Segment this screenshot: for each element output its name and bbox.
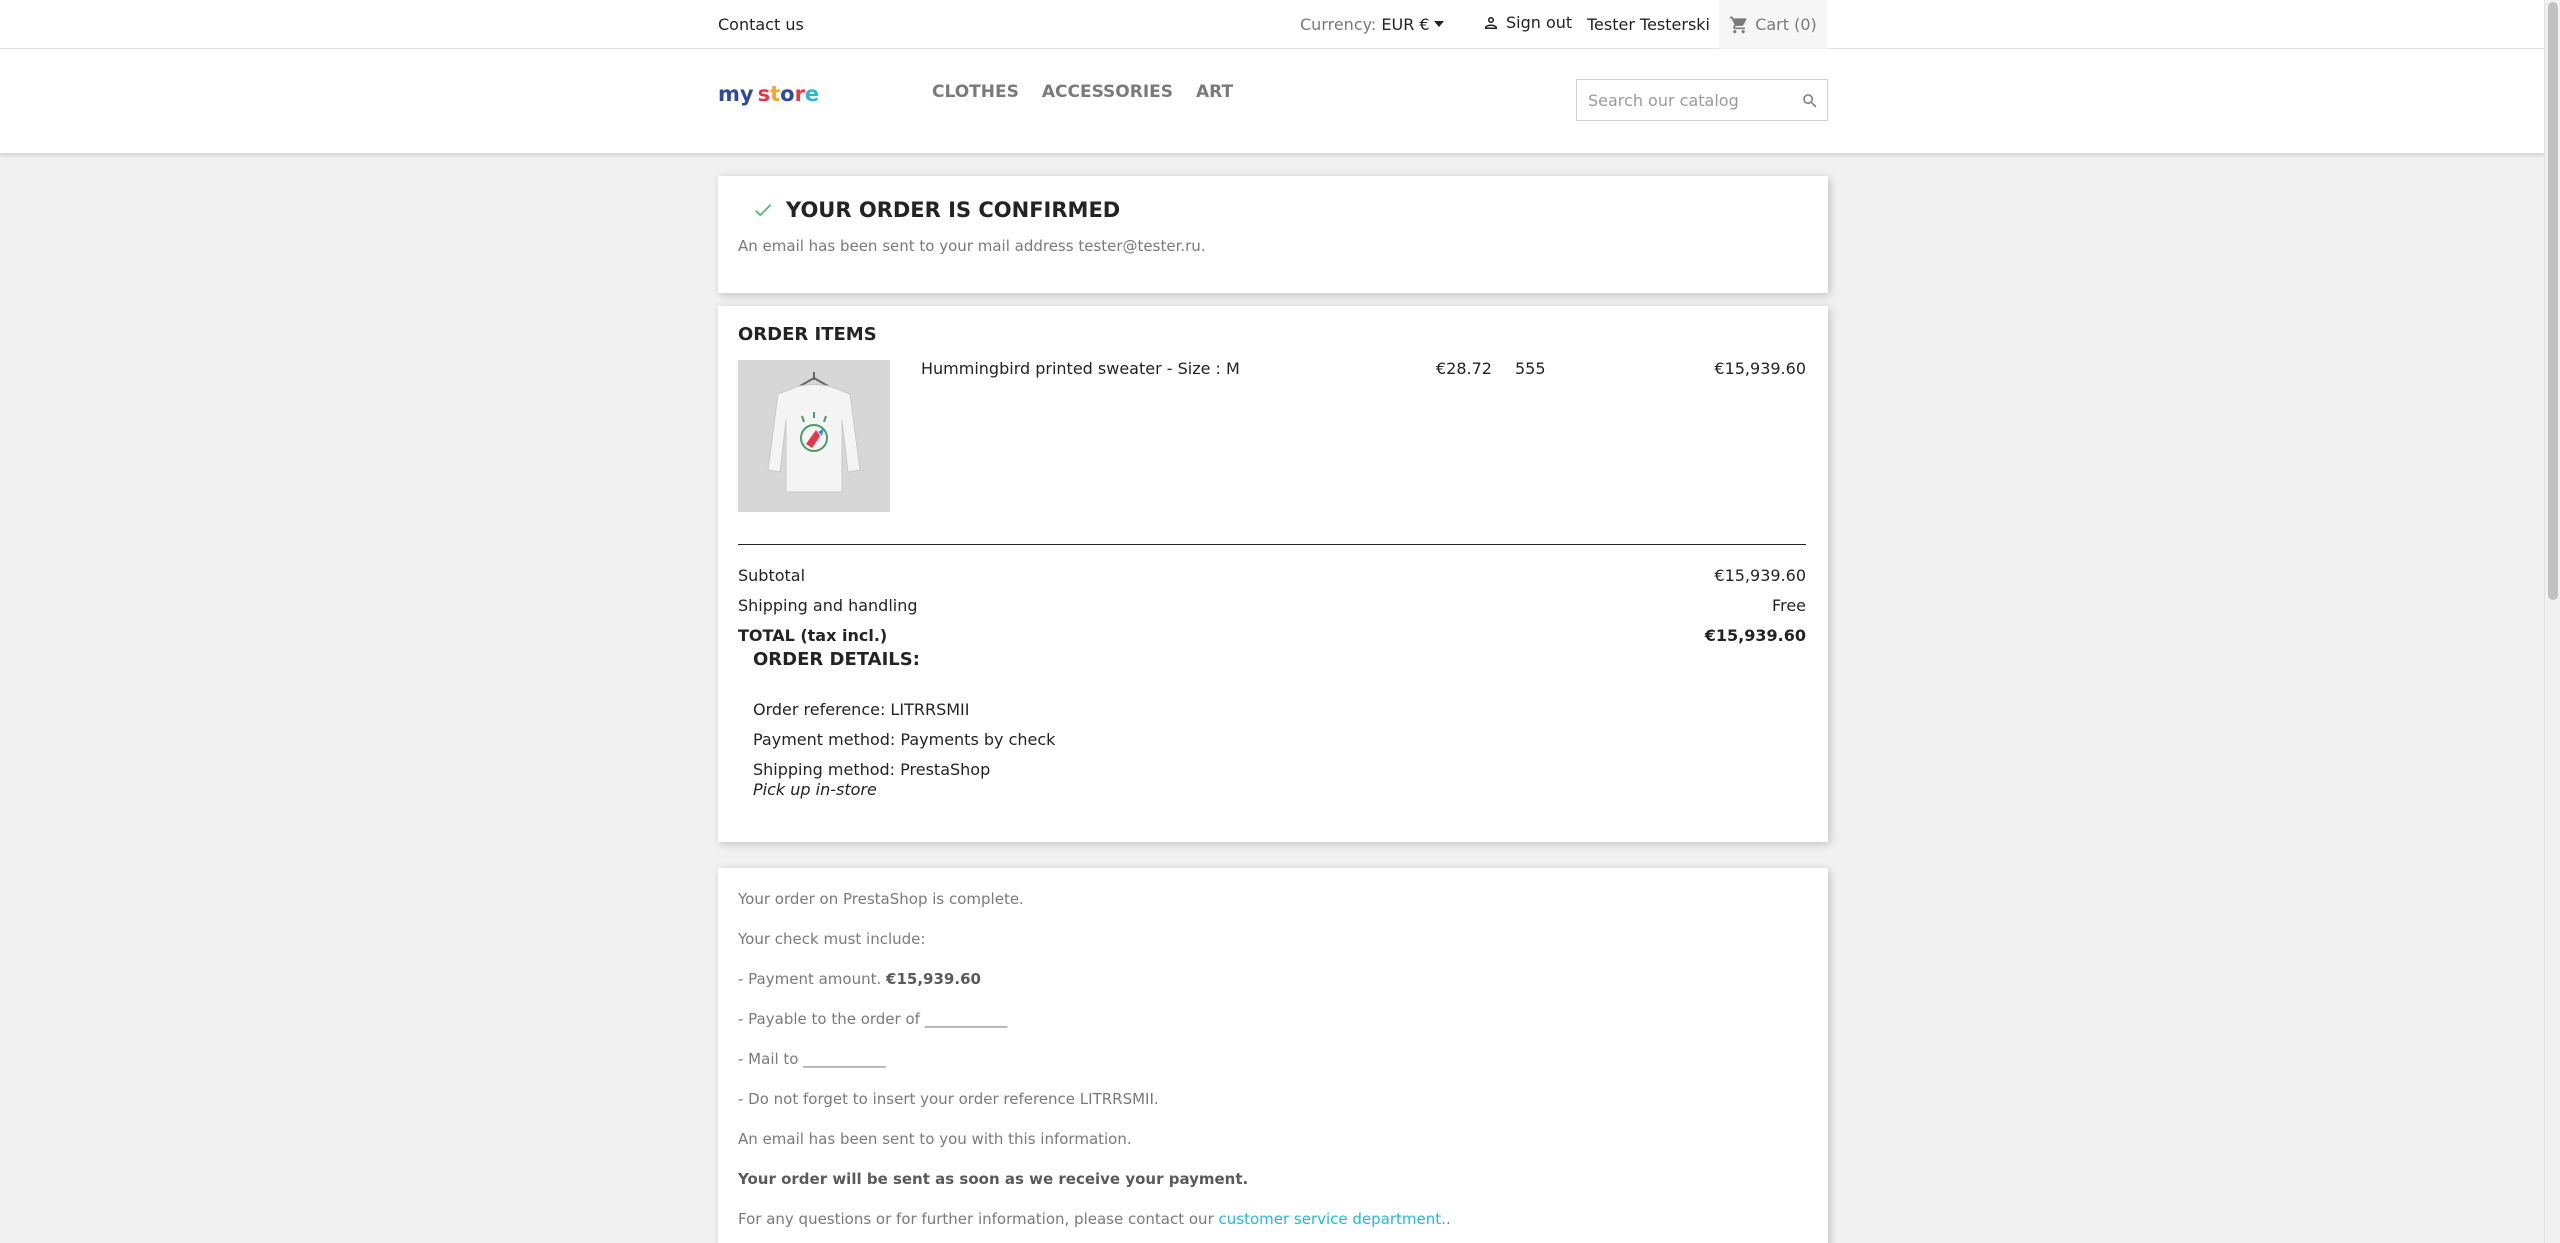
cart-icon bbox=[1730, 16, 1747, 33]
total-label: TOTAL (tax incl.) bbox=[738, 626, 888, 645]
account-name-link[interactable]: Tester Testerski bbox=[1587, 15, 1710, 34]
confirmation-heading: YOUR ORDER IS CONFIRMED bbox=[752, 198, 1120, 222]
customer-service-link[interactable]: customer service department. bbox=[1219, 1210, 1446, 1228]
menu-item-clothes[interactable]: CLOTHES bbox=[932, 82, 1019, 102]
menu-item-accessories[interactable]: ACCESSORIES bbox=[1042, 82, 1173, 102]
subtotal-value: €15,939.60 bbox=[1714, 566, 1806, 585]
scrollbar-thumb[interactable] bbox=[2548, 2, 2558, 600]
order-complete-text: Your order on PrestaShop is complete. bbox=[738, 890, 1024, 908]
email-sent-text: An email has been sent to you with this … bbox=[738, 1130, 1132, 1148]
sign-out-link[interactable]: Sign out bbox=[1482, 13, 1572, 32]
search-input[interactable] bbox=[1577, 80, 1777, 120]
search-box bbox=[1576, 79, 1828, 121]
product-name: Hummingbird printed sweater - Size : M bbox=[921, 359, 1240, 378]
currency-selector[interactable]: Currency: EUR € bbox=[1300, 15, 1444, 34]
store-logo[interactable]: my store bbox=[718, 77, 823, 111]
shipping-row: Shipping and handling Free bbox=[738, 596, 1806, 615]
confirmation-title: YOUR ORDER IS CONFIRMED bbox=[786, 198, 1121, 222]
cart-button[interactable]: Cart (0) bbox=[1719, 0, 1827, 49]
currency-label: Currency: bbox=[1300, 15, 1377, 34]
currency-value[interactable]: EUR € bbox=[1381, 15, 1429, 34]
page-scrollbar[interactable] bbox=[2544, 0, 2560, 1243]
product-line-total: €15,939.60 bbox=[1714, 359, 1806, 378]
questions-line: For any questions or for further informa… bbox=[738, 1210, 1451, 1228]
product-quantity: 555 bbox=[1515, 359, 1546, 378]
shipping-value: Free bbox=[1772, 596, 1806, 615]
order-items-title: ORDER ITEMS bbox=[738, 324, 877, 345]
order-details-title: ORDER DETAILS: bbox=[753, 649, 920, 670]
menu-item-art[interactable]: ART bbox=[1196, 82, 1233, 102]
contact-us-link[interactable]: Contact us bbox=[718, 15, 804, 34]
top-nav-bar: Contact us Currency: EUR € Sign out Test… bbox=[0, 0, 2544, 49]
reference-note-text: - Do not forget to insert your order ref… bbox=[738, 1090, 1159, 1108]
product-image bbox=[738, 360, 890, 512]
will-be-sent-bold: Your order will be sent as soon as we re… bbox=[738, 1170, 1249, 1188]
check-include-text: Your check must include: bbox=[738, 930, 926, 948]
order-confirmation-card: YOUR ORDER IS CONFIRMED An email has bee… bbox=[718, 176, 1828, 293]
cart-label[interactable]: Cart (0) bbox=[1755, 15, 1817, 34]
check-icon bbox=[755, 204, 772, 217]
sign-out-label[interactable]: Sign out bbox=[1506, 13, 1572, 32]
payable-to-text: - Payable to the order of ___________ bbox=[738, 1010, 1008, 1028]
caret-down-icon[interactable] bbox=[1433, 21, 1444, 27]
total-value: €15,939.60 bbox=[1704, 626, 1806, 645]
subtotal-row: Subtotal €15,939.60 bbox=[738, 566, 1806, 585]
payment-method: Payment method: Payments by check bbox=[753, 730, 1056, 749]
total-row: TOTAL (tax incl.) €15,939.60 bbox=[738, 626, 1806, 645]
questions-suffix: . bbox=[1445, 1210, 1451, 1228]
shipping-method: Shipping method: PrestaShop bbox=[753, 760, 991, 779]
will-be-sent-text: Your order will be sent as soon as we re… bbox=[738, 1170, 1248, 1188]
product-unit-price: €28.72 bbox=[1436, 359, 1492, 378]
main-menu: CLOTHES ACCESSORIES ART bbox=[932, 82, 1233, 102]
subtotal-label: Subtotal bbox=[738, 566, 806, 585]
payment-amount-line: - Payment amount. €15,939.60 bbox=[738, 970, 981, 988]
divider bbox=[738, 544, 1806, 545]
mail-to-text: - Mail to ___________ bbox=[738, 1050, 886, 1068]
confirmation-message: An email has been sent to your mail addr… bbox=[738, 237, 1206, 255]
shipping-note: Pick up in-store bbox=[753, 780, 877, 799]
payment-amount-prefix: - Payment amount. bbox=[738, 970, 882, 988]
payment-amount-value: €15,939.60 bbox=[886, 970, 981, 988]
svg-text:mystore: my store bbox=[718, 82, 819, 106]
order-items-card: ORDER ITEMS Hummingbird printed sweater … bbox=[718, 306, 1828, 842]
payment-instructions-card: Your order on PrestaShop is complete. Yo… bbox=[718, 868, 1828, 1243]
shipping-label: Shipping and handling bbox=[738, 596, 918, 615]
site-header: my store CLOTHES ACCESSORIES ART bbox=[0, 49, 2544, 153]
search-icon[interactable] bbox=[1801, 92, 1819, 110]
order-reference: Order reference: LITRRSMII bbox=[753, 700, 970, 719]
questions-prefix: For any questions or for further informa… bbox=[738, 1210, 1214, 1228]
user-icon bbox=[1485, 16, 1497, 29]
